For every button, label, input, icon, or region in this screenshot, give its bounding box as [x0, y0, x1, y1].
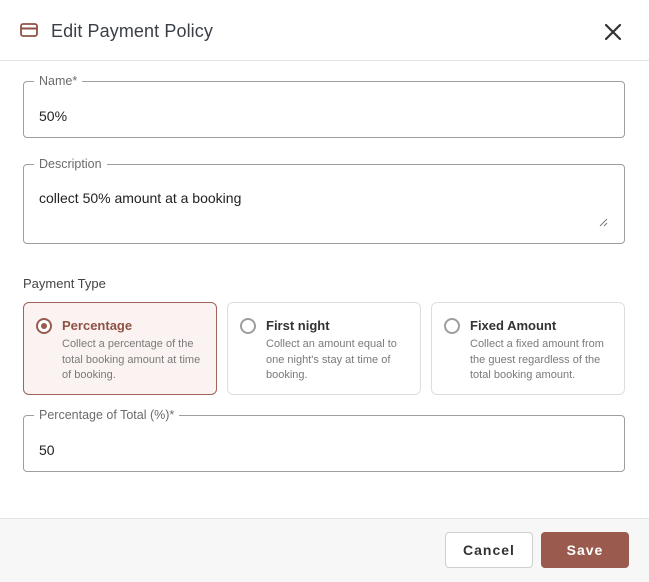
dialog-title: Edit Payment Policy — [51, 21, 213, 41]
dialog-header: Edit Payment Policy — [0, 0, 649, 61]
payment-option-fixed-amount[interactable]: Fixed Amount Collect a fixed amount from… — [431, 302, 625, 395]
save-button[interactable]: Save — [541, 532, 629, 568]
description-label: Description — [39, 157, 102, 171]
resize-handle-icon[interactable] — [599, 218, 608, 227]
percentage-label: Percentage of Total (%)* — [39, 408, 175, 422]
close-icon[interactable] — [601, 20, 625, 44]
radio-selected-icon[interactable] — [36, 318, 52, 334]
option-title: Percentage — [62, 318, 133, 333]
payment-type-label: Payment Type — [23, 276, 106, 291]
cancel-button[interactable]: Cancel — [445, 532, 533, 568]
option-description: Collect an amount equal to one night's s… — [266, 338, 397, 381]
percentage-value[interactable]: 50 — [39, 442, 55, 458]
dialog-footer: Cancel Save — [0, 518, 649, 582]
radio-unselected-icon[interactable] — [444, 318, 460, 334]
credit-card-icon — [20, 23, 38, 37]
option-description: Collect a percentage of the total bookin… — [62, 338, 201, 381]
payment-option-percentage[interactable]: Percentage Collect a percentage of the t… — [23, 302, 217, 395]
description-value[interactable]: collect 50% amount at a booking — [39, 190, 241, 206]
percentage-field[interactable]: Percentage of Total (%)* 50 — [23, 408, 625, 472]
option-description: Collect a fixed amount from the guest re… — [470, 338, 604, 381]
edit-payment-policy-dialog: Edit Payment Policy Name* 50% Descriptio… — [0, 0, 649, 582]
name-value[interactable]: 50% — [39, 108, 67, 124]
description-field[interactable]: Description collect 50% amount at a book… — [23, 157, 625, 244]
option-title: Fixed Amount — [470, 318, 557, 333]
radio-unselected-icon[interactable] — [240, 318, 256, 334]
option-title: First night — [266, 318, 330, 333]
name-field[interactable]: Name* 50% — [23, 74, 625, 138]
payment-option-first-night[interactable]: First night Collect an amount equal to o… — [227, 302, 421, 395]
name-label: Name* — [39, 74, 78, 88]
